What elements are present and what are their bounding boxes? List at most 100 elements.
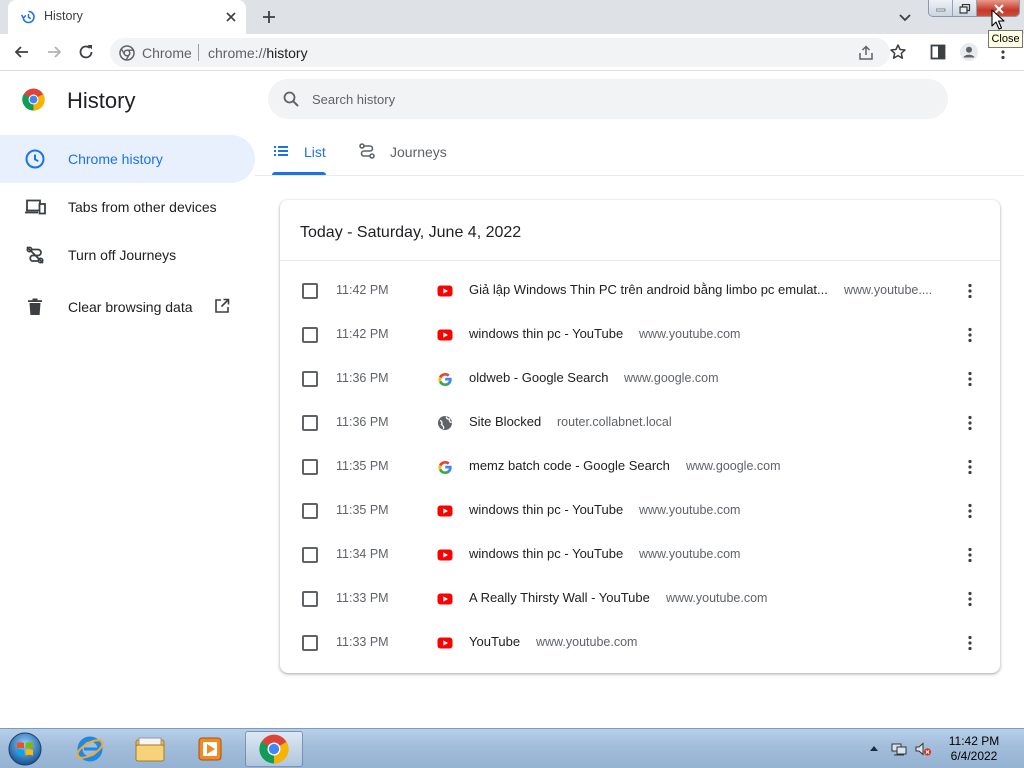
sidebar-item-label: Chrome history [68,151,163,167]
row-checkbox[interactable] [302,371,318,387]
history-row[interactable]: 11:33 PM A Really Thirsty Wall - YouTube w… [280,577,1000,621]
history-row[interactable]: 11:34 PM windows thin pc - YouTube www.you… [280,533,1000,577]
back-arrow-icon[interactable] [12,42,32,62]
page-title-link[interactable]: memz batch code - Google Search [469,458,670,473]
history-row[interactable]: 11:42 PM Giả lập Windows Thin PC trên and… [280,269,1000,313]
visit-time: 11:42 PM [336,283,389,297]
page-title-link[interactable]: oldweb - Google Search [469,370,608,385]
more-actions-icon[interactable] [960,413,980,433]
volume-muted-icon[interactable] [914,741,932,757]
history-row[interactable]: 11:36 PM Site Blocked router.collabnet.loc… [280,401,1000,445]
youtube-icon [437,637,453,649]
page-domain: router.collabnet.local [557,415,672,429]
history-row[interactable]: 11:35 PM memz batch code - Google Search w… [280,445,1000,489]
row-checkbox[interactable] [302,415,318,431]
more-actions-icon[interactable] [960,369,980,389]
row-checkbox[interactable] [302,591,318,607]
tab-journeys[interactable]: Journeys [358,134,452,175]
more-actions-icon[interactable] [960,325,980,345]
row-checkbox[interactable] [302,503,318,519]
visit-time: 11:33 PM [336,591,389,605]
more-actions-icon[interactable] [960,589,980,609]
chrome-logo-icon [22,88,45,111]
taskbar-file-explorer[interactable] [121,731,179,767]
side-panel-icon[interactable] [928,42,948,62]
row-checkbox[interactable] [302,459,318,475]
page-title-link[interactable]: windows thin pc - YouTube [469,546,623,561]
row-checkbox[interactable] [302,283,318,299]
search-input[interactable] [312,89,912,109]
active-tab-indicator [272,172,326,175]
profile-avatar-icon[interactable] [959,42,979,62]
list-icon [274,146,288,156]
visit-time: 11:36 PM [336,415,389,429]
more-actions-icon[interactable] [960,633,980,653]
taskbar-media-player[interactable] [181,731,239,767]
history-row[interactable]: 11:36 PM oldweb - Google Search www.google… [280,357,1000,401]
row-checkbox[interactable] [302,547,318,563]
history-icon [20,10,35,24]
chevron-down-icon[interactable] [896,8,914,26]
tab-list[interactable]: List [272,134,328,175]
address-bar[interactable]: Chrome chrome://history [110,38,890,67]
tab-label: Journeys [390,144,447,160]
window-controls [928,0,1020,17]
page-domain: www.youtube.com [536,635,638,649]
visit-time: 11:42 PM [336,327,389,341]
close-tooltip: Close [988,30,1023,48]
browser-tab-title: History [44,9,83,23]
chrome-taskbar-icon [259,734,289,764]
more-actions-icon[interactable] [960,457,980,477]
page-title-link[interactable]: A Really Thirsty Wall - YouTube [469,590,650,605]
page-title-link[interactable]: Giả lập Windows Thin PC trên android bằn… [469,282,828,297]
more-actions-icon[interactable] [960,545,980,565]
more-actions-icon[interactable] [960,501,980,521]
external-link-icon [215,298,230,313]
globe-icon [438,416,452,430]
youtube-icon [437,549,453,561]
more-actions-icon[interactable] [960,281,980,301]
minimize-button[interactable] [929,0,953,16]
page-title-link[interactable]: YouTube [469,634,520,649]
history-row[interactable]: 11:35 PM windows thin pc - YouTube www.you… [280,489,1000,533]
tab-label: List [304,144,326,160]
url-text: chrome://history [208,45,308,61]
sidebar-item-chrome-history[interactable]: Chrome history [0,135,255,183]
tray-expand-icon[interactable] [869,744,879,752]
history-card: Today - Saturday, June 4, 2022 11:42 PM G… [280,200,1000,673]
clock-time: 11:42 PM [948,734,1000,748]
page-domain: www.google.com [686,459,781,473]
history-row[interactable]: 11:42 PM windows thin pc - YouTube www.you… [280,313,1000,357]
sidebar-item-tabs-from-other-devices[interactable]: Tabs from other devices [0,183,255,231]
network-icon[interactable] [890,741,908,757]
page-title: History [67,88,136,113]
folder-icon [135,737,165,762]
maximize-button[interactable] [953,0,977,16]
share-icon[interactable] [857,44,875,62]
visit-time: 11:35 PM [336,503,389,517]
reload-icon[interactable] [76,42,96,62]
windows-taskbar: 11:42 PM 6/4/2022 [0,728,1024,768]
close-tab-icon[interactable] [222,8,240,26]
sidebar-item-clear-browsing-data[interactable]: Clear browsing data [0,283,255,331]
windows-start-button[interactable] [4,731,46,767]
sidebar-item-label: Tabs from other devices [68,199,217,215]
new-tab-icon[interactable] [259,7,279,27]
sidebar-item-label: Turn off Journeys [68,247,177,263]
page-title-link[interactable]: windows thin pc - YouTube [469,326,623,341]
taskbar-internet-explorer[interactable] [61,731,119,767]
page-title-link[interactable]: windows thin pc - YouTube [469,502,623,517]
page-title-link[interactable]: Site Blocked [469,414,541,429]
system-clock[interactable]: 11:42 PM 6/4/2022 [936,734,1012,764]
history-row[interactable]: 11:33 PM YouTube www.youtube.com [280,621,1000,665]
forward-arrow-icon[interactable] [44,42,64,62]
row-checkbox[interactable] [302,327,318,343]
url-scheme: chrome:// [208,45,267,61]
sidebar-item-turn-off-journeys[interactable]: Turn off Journeys [0,231,255,279]
browser-tab-history[interactable]: History [8,0,246,34]
bookmark-star-icon[interactable] [888,42,908,62]
clock-icon [25,149,45,169]
journeys-icon [359,143,375,159]
row-checkbox[interactable] [302,635,318,651]
taskbar-chrome[interactable] [245,731,303,767]
